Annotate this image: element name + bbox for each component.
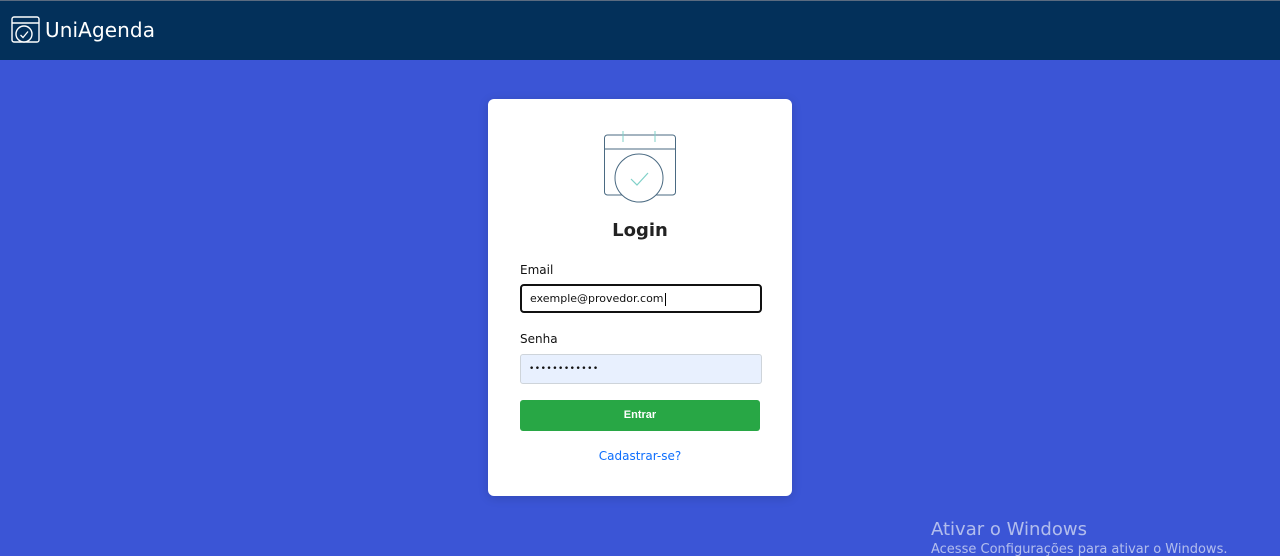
login-card: Login Email exemple@provedor.com Senha •… [488, 99, 792, 496]
register-link[interactable]: Cadastrar-se? [488, 449, 792, 463]
login-title: Login [612, 220, 668, 241]
password-field[interactable]: •••••••••••• [520, 354, 762, 384]
calendar-check-icon [604, 131, 676, 203]
email-field[interactable]: exemple@provedor.com [520, 284, 762, 313]
windows-activation-watermark: Ativar o Windows Acesse Configurações pa… [931, 519, 1227, 556]
top-navbar: UniAgenda [0, 0, 1280, 60]
brand[interactable]: UniAgenda [11, 15, 155, 44]
email-value: exemple@provedor.com [530, 292, 664, 305]
password-label: Senha [520, 332, 558, 346]
watermark-title: Ativar o Windows [931, 519, 1087, 540]
password-value: •••••••••••• [529, 364, 599, 374]
app-name: UniAgenda [45, 17, 156, 42]
email-label: Email [520, 263, 554, 277]
calendar-check-icon [11, 16, 40, 43]
login-button[interactable]: Entrar [520, 400, 760, 431]
watermark-subtitle: Acesse Configurações para ativar o Windo… [931, 542, 1228, 556]
text-caret [664, 292, 666, 306]
